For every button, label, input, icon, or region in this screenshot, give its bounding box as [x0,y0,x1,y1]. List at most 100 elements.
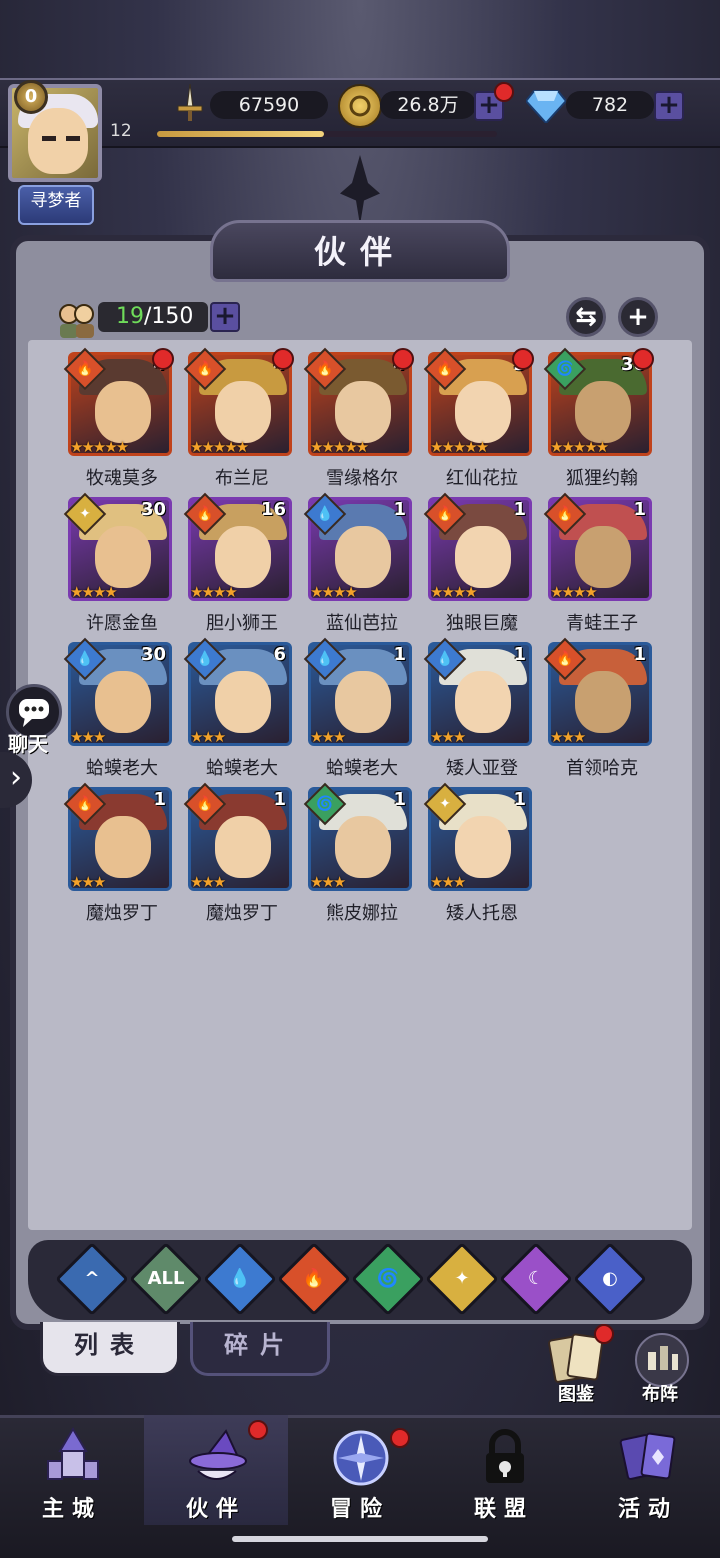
partner-name: 魔烛罗丁 [206,903,278,924]
partner-name: 狐狸约翰 [566,468,638,489]
partner-face [455,381,511,443]
tab-shards[interactable]: 碎片 [190,1322,330,1376]
partner-name: 蛤蟆老大 [206,758,278,779]
partner-level: 1 [513,644,526,665]
element-glyph: 🔥 [316,361,334,377]
star-rating: ★★★★★ [310,438,369,456]
element-glyph: 💧 [316,506,334,522]
partner-card[interactable]: 🔥 1 ★★★ 魔烛罗丁 [183,782,292,925]
gem-value: 782 [566,91,654,119]
partner-card[interactable]: 🌀30★★★★★狐狸约翰 [543,347,654,490]
partner-face [215,671,271,733]
nav-adventure[interactable]: 冒险 [288,1415,432,1525]
partner-card[interactable]: 🔥4★★★★★布兰尼 [183,347,294,490]
partner-card[interactable]: 🔥 1 ★★★★ 青蛙王子 [543,492,652,635]
partner-level: 1 [153,789,166,810]
partners-icon [56,300,96,340]
star-rating: ★★★ [310,873,346,891]
partner-card[interactable]: 💧 30 ★★★ 蛤蟆老大 [63,637,172,780]
partner-card[interactable]: 🔥 1 ★★★★ 独眼巨魔 [423,492,532,635]
element-glyph: 🌀 [556,361,574,377]
star-rating: ★★★★★ [70,438,129,456]
partner-name: 牧魂莫多 [86,468,158,489]
player-title[interactable]: 寻梦者 [18,185,94,225]
partner-card[interactable]: 🔥 1 ★★★ 首领哈克 [543,637,652,780]
collection-label: 图鉴 [558,1384,594,1405]
notification-dot [272,348,294,370]
nav-adventure-label: 冒险 [329,1497,390,1522]
partner-card[interactable]: 🔥4★★★★★牧魂莫多 [63,347,174,490]
partner-card[interactable]: 💧 1 ★★★ 矮人亚登 [423,637,532,780]
element-glyph: ✦ [439,796,451,812]
partner-face [335,816,391,878]
notification-dot [152,348,174,370]
star-rating: ★★★★ [310,583,358,601]
partner-card[interactable]: 🌀 1 ★★★ 熊皮娜拉 [303,782,412,925]
partner-card[interactable]: 🔥4★★★★★雪缘格尔 [303,347,414,490]
page-title: 伙伴 [313,233,406,271]
partner-name: 蛤蟆老大 [326,758,398,779]
partner-card[interactable]: 🔥 16 ★★★★ 胆小狮王 [183,492,292,635]
nav-events[interactable]: 活动 [576,1415,720,1525]
partner-card[interactable]: 💧 6 ★★★ 蛤蟆老大 [183,637,292,780]
swap-button[interactable]: ⇆ [566,297,606,337]
xp-bar-fill [157,131,324,137]
roster-count: 19/150 [98,302,208,332]
tab-list[interactable]: 列表 [40,1322,180,1376]
partner-name: 首领哈克 [566,758,638,779]
partner-name: 雪缘格尔 [326,468,398,489]
element-glyph: 🔥 [196,361,214,377]
element-glyph: 🔥 [76,796,94,812]
avatar-face [28,108,88,174]
notification-dot [390,1428,410,1448]
add-gems-button[interactable]: + [654,91,684,121]
partner-card[interactable]: 🔥3★★★★★红仙花拉 [423,347,534,490]
partner-face [335,671,391,733]
roster-current: 19 [116,304,144,329]
star-rating: ★★★★★ [550,438,609,456]
star-rating: ★★★ [430,873,466,891]
partner-name: 蛤蟆老大 [86,758,158,779]
partner-card[interactable]: ✦ 1 ★★★ 矮人托恩 [423,782,532,925]
partner-card[interactable]: 🔥 1 ★★★ 魔烛罗丁 [63,782,172,925]
partner-card[interactable]: ✦ 30 ★★★★ 许愿金鱼 [63,492,172,635]
star-rating: ★★★ [430,728,466,746]
filter-planet-icon: ◐ [602,1268,618,1289]
partner-face [575,671,631,733]
castle-icon [42,1427,104,1489]
star-rating: ★★★ [70,873,106,891]
star-rating: ★★★★ [190,583,238,601]
nav-partner-label: 伙伴 [185,1497,246,1522]
partner-card[interactable]: 💧 1 ★★★ 蛤蟆老大 [303,637,412,780]
element-glyph: 🔥 [436,361,454,377]
add-partner-button[interactable]: + [618,297,658,337]
partner-name: 布兰尼 [215,468,269,489]
element-glyph: 💧 [316,651,334,667]
partner-face [455,671,511,733]
partner-level: 1 [393,644,406,665]
nav-alliance[interactable]: 联盟 [432,1415,576,1525]
notification-dot [494,82,514,102]
element-glyph: 🔥 [196,796,214,812]
partner-card[interactable]: 💧 1 ★★★★ 蓝仙芭拉 [303,492,412,635]
avatar-eye [42,136,56,141]
partner-name: 矮人托恩 [446,903,518,924]
star-rating: ★★★ [550,728,586,746]
vip-badge[interactable]: 0 [14,80,48,114]
partner-level: 1 [393,789,406,810]
partner-face [455,816,511,878]
partner-level: 1 [633,644,646,665]
filter-wind-icon: 🌀 [376,1268,400,1289]
partner-level: 16 [260,499,286,520]
partner-level: 6 [273,644,286,665]
partner-face [215,526,271,588]
partner-name: 蓝仙芭拉 [326,613,398,634]
star-rating: ★★★ [310,728,346,746]
nav-city[interactable]: 主城 [0,1415,144,1525]
power-value: 67590 [210,91,328,119]
element-glyph: 💧 [76,651,94,667]
star-rating: ★★★★★ [430,438,489,456]
element-glyph: 🔥 [76,361,94,377]
expand-roster-button[interactable]: + [210,302,240,332]
nav-city-label: 主城 [41,1497,102,1522]
